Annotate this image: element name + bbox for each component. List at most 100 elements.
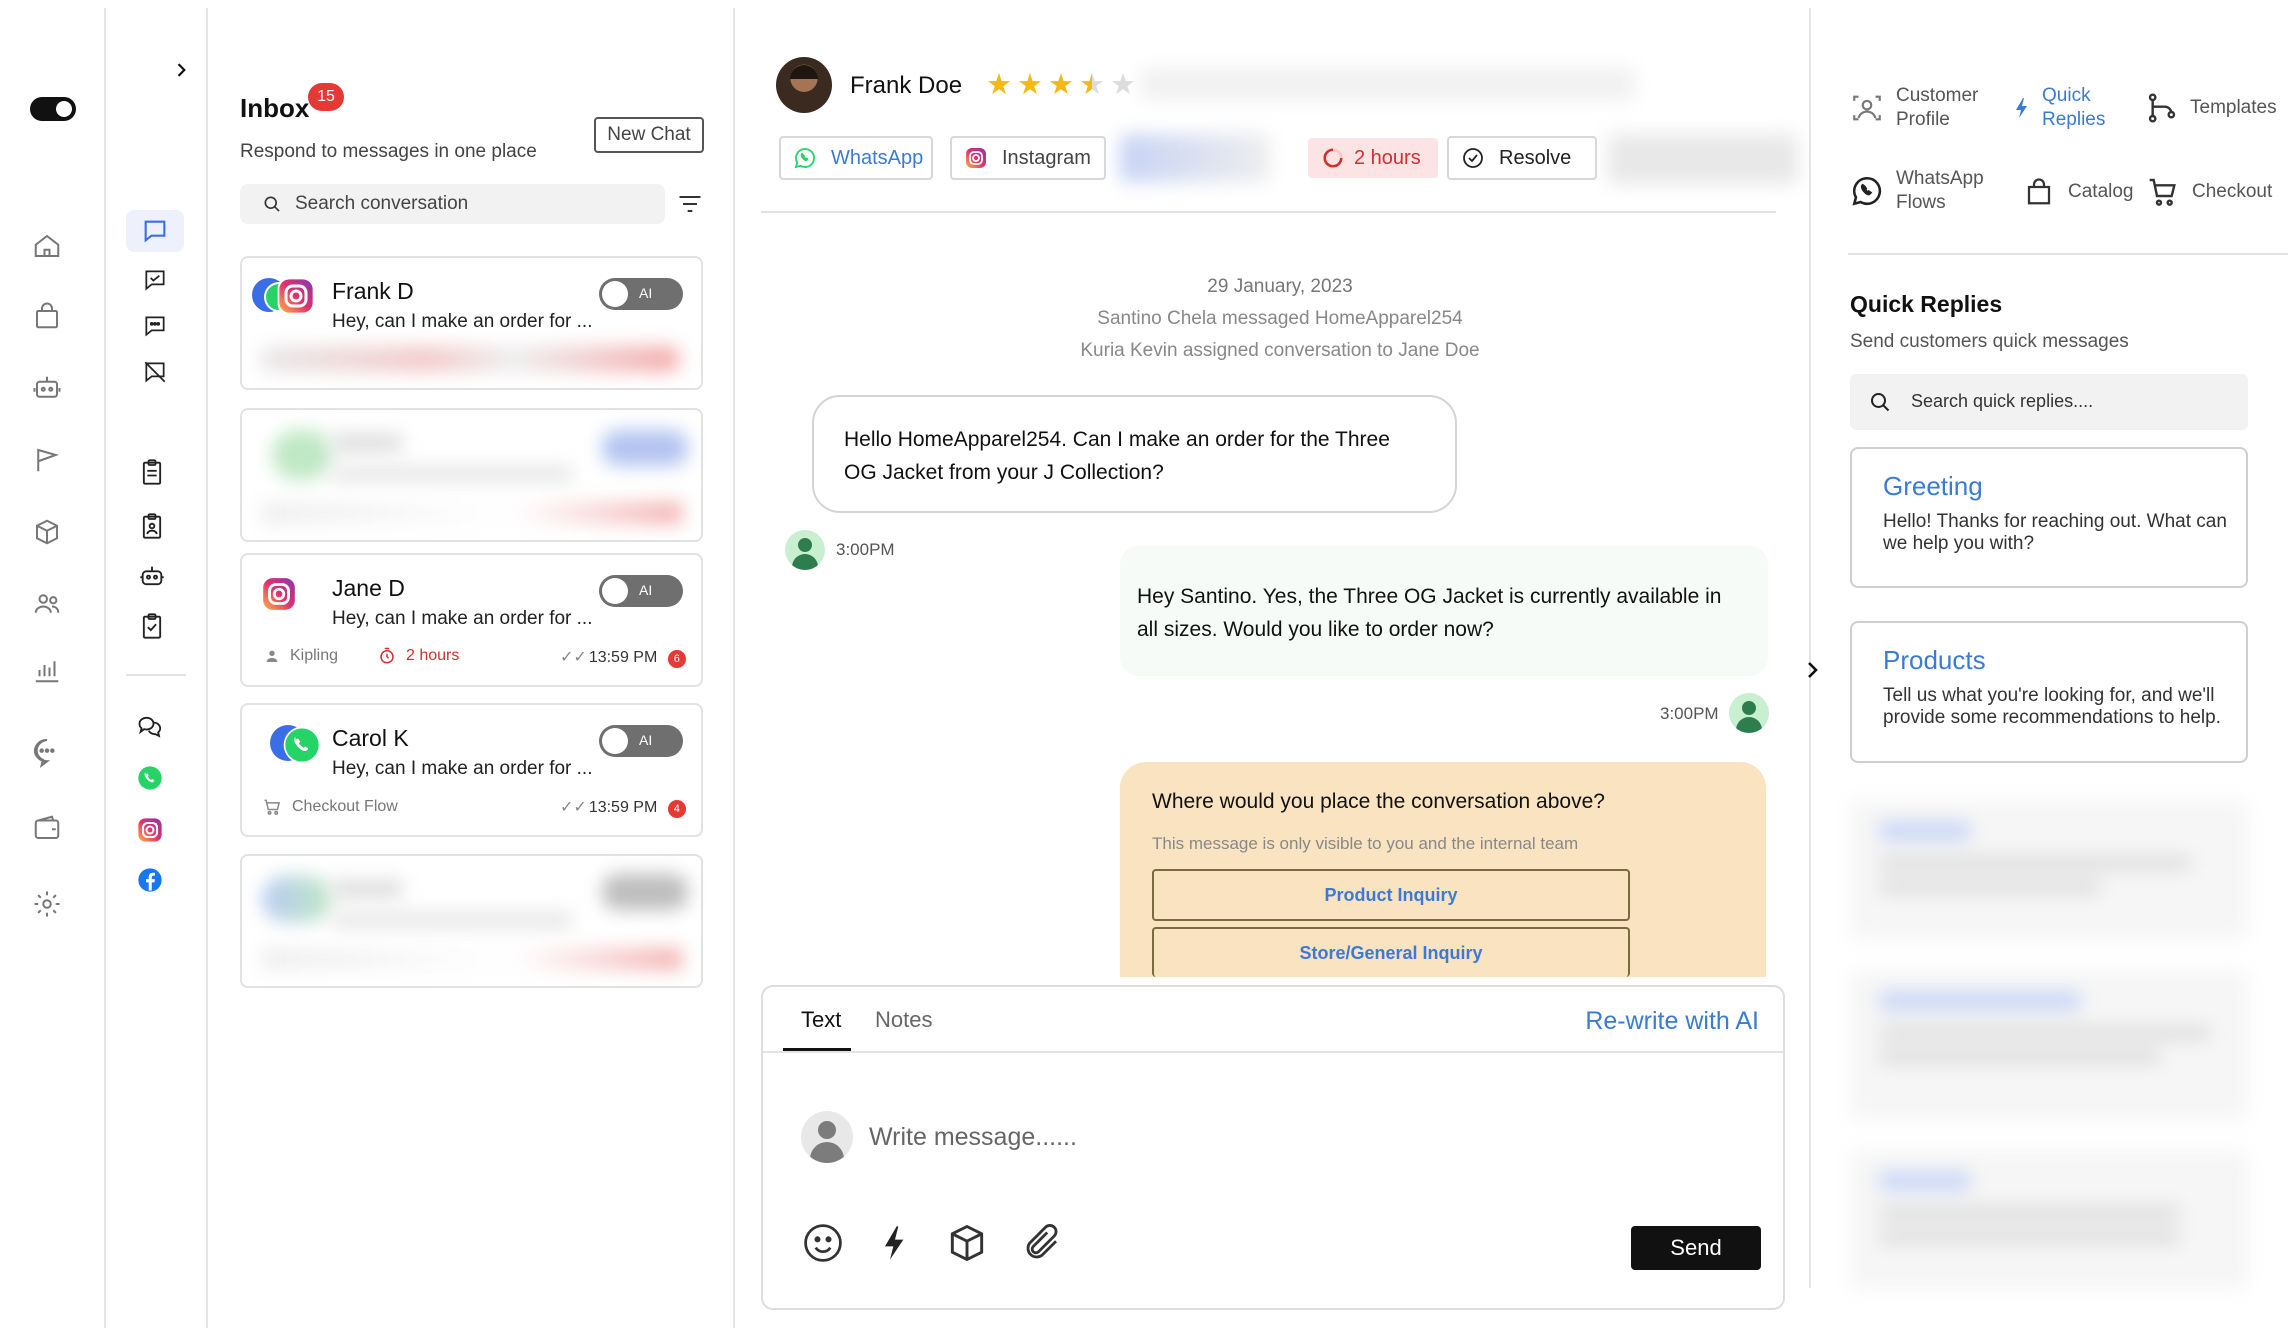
tool-whatsapp-flows[interactable]: WhatsApp Flows	[1850, 167, 1996, 215]
blurred-header-info	[1140, 68, 1635, 100]
timer-icon	[378, 647, 396, 665]
conversation-card-jane[interactable]: Jane D Hey, can I make an order for ... …	[240, 553, 703, 687]
inbox-chat-icon[interactable]	[135, 211, 175, 251]
clipboard-user-icon[interactable]	[132, 506, 172, 546]
analytics-icon[interactable]	[27, 650, 67, 690]
tool-catalog[interactable]: Catalog	[2024, 176, 2134, 208]
product-inquiry-button[interactable]: Product Inquiry	[1152, 869, 1630, 921]
tool-templates[interactable]: Templates	[2146, 92, 2277, 124]
classify-question: Where would you place the conversation a…	[1152, 790, 1605, 813]
unread-badge: 4	[667, 800, 686, 818]
half-star-icon: ★	[1079, 69, 1105, 101]
messages-icon[interactable]	[135, 306, 175, 346]
instagram-label: Instagram	[1002, 146, 1091, 169]
catalog-label: Catalog	[2068, 181, 2134, 202]
resolve-button[interactable]: Resolve	[1447, 136, 1597, 180]
package-icon[interactable]	[27, 512, 67, 552]
facebook-icon[interactable]	[130, 860, 170, 900]
conversation-card-frank[interactable]: Frank D Hey, can I make an order for ...…	[240, 256, 703, 390]
double-check-icon: ✓✓	[560, 649, 587, 666]
whatsapp-icon[interactable]	[130, 758, 170, 798]
instagram-avatar-icon	[260, 575, 298, 613]
muted-chat-icon[interactable]	[135, 352, 175, 392]
channel-whatsapp-button[interactable]: WhatsApp	[779, 136, 933, 180]
resolve-label: Resolve	[1499, 146, 1572, 169]
campaign-flag-icon[interactable]	[27, 440, 67, 480]
sla-timer: 2 hours	[378, 647, 459, 665]
blurred-action-chip	[1608, 134, 1798, 184]
ai-toggle[interactable]: AI	[599, 575, 683, 607]
agent-avatar-icon	[1729, 693, 1769, 733]
flow-tag: Checkout Flow	[262, 797, 398, 817]
ai-toggle[interactable]: AI	[599, 278, 683, 310]
bot-icon[interactable]	[27, 368, 67, 408]
inbox-subtitle: Respond to messages in one place	[240, 141, 537, 162]
checkout-label: Checkout	[2192, 181, 2273, 202]
tab-notes[interactable]: Notes	[875, 1007, 932, 1033]
store-general-inquiry-button[interactable]: Store/General Inquiry	[1152, 927, 1630, 977]
contact-rating: ★ ★ ★ ★ ★	[986, 70, 1136, 100]
ai-toggle-label: AI	[639, 582, 653, 598]
new-chat-button[interactable]: New Chat	[594, 117, 704, 153]
instagram-icon[interactable]	[130, 810, 170, 850]
channel-instagram-button[interactable]: Instagram	[950, 136, 1106, 180]
system-event: Kuria Kevin assigned conversation to Jan…	[1080, 340, 1480, 361]
quick-reply-body: Tell us what you're looking for, and we'…	[1883, 685, 2221, 728]
message-preview: Hey, can I make an order for ...	[332, 311, 593, 332]
chat-bubble-icon[interactable]	[27, 732, 67, 772]
settings-gear-icon[interactable]	[27, 884, 67, 924]
theme-toggle[interactable]	[30, 97, 76, 121]
blurred-channel-chip	[1120, 134, 1270, 182]
clipboard-icon[interactable]	[132, 452, 172, 492]
expand-chevron-icon[interactable]	[166, 52, 196, 88]
message-time: ✓✓ 13:59 PM 4	[560, 797, 686, 818]
conversation-card-blurred[interactable]	[240, 854, 703, 988]
send-button[interactable]: Send	[1631, 1226, 1761, 1270]
contact-avatar[interactable]	[776, 57, 832, 113]
blurred-avatar	[272, 430, 332, 480]
catalog-bag-icon	[2024, 176, 2054, 208]
tool-quick-replies[interactable]: Quick Replies	[2010, 84, 2112, 132]
contact-name: Frank D	[332, 278, 414, 304]
conversation-search[interactable]: Search conversation	[240, 184, 665, 224]
tool-checkout[interactable]: Checkout	[2146, 176, 2272, 208]
ai-toggle[interactable]: AI	[599, 725, 683, 757]
quick-reply-card[interactable]: Greeting Hello! Thanks for reaching out.…	[1850, 447, 2248, 588]
expand-right-panel-chevron-icon[interactable]	[1800, 658, 1828, 690]
star-icon: ★	[1017, 69, 1043, 101]
paperclip-icon[interactable]	[1021, 1221, 1063, 1265]
rewrite-with-ai-button[interactable]: Re-write with AI	[1585, 1007, 1759, 1036]
lightning-icon[interactable]	[875, 1221, 915, 1265]
product-box-icon[interactable]	[945, 1221, 989, 1265]
home-icon[interactable]	[27, 226, 67, 266]
users-icon[interactable]	[27, 584, 67, 624]
tab-text[interactable]: Text	[801, 1007, 841, 1033]
blurred-avatar	[262, 876, 332, 922]
message-preview: Hey, can I make an order for ...	[332, 758, 593, 779]
all-channels-icon[interactable]	[130, 706, 170, 746]
shopping-bag-icon[interactable]	[27, 296, 67, 336]
clipboard-check-icon[interactable]	[132, 606, 172, 646]
instagram-avatar-icon	[276, 276, 316, 316]
filter-icon[interactable]	[676, 190, 704, 218]
whatsapp-icon	[793, 146, 817, 170]
quick-reply-card[interactable]: Products Tell us what you're looking for…	[1850, 621, 2248, 763]
resolved-chat-icon[interactable]	[135, 260, 175, 300]
star-icon: ★	[986, 69, 1012, 101]
incoming-time: 3:00PM	[836, 540, 895, 559]
tool-customer-profile[interactable]: Customer Profile	[1850, 84, 1996, 132]
emoji-icon[interactable]	[801, 1221, 845, 1265]
composer-tab-divider	[763, 1051, 1783, 1053]
bot-face-icon[interactable]	[132, 556, 172, 596]
message-time: ✓✓ 13:59 PM 6	[560, 647, 686, 668]
conversation-card-blurred[interactable]	[240, 408, 703, 542]
message-input[interactable]: Write message......	[869, 1123, 1729, 1152]
quick-replies-search[interactable]: Search quick replies....	[1850, 374, 2248, 430]
assigned-agent: Kipling	[264, 647, 338, 665]
conversation-card-carol[interactable]: Carol K Hey, can I make an order for ...…	[240, 703, 703, 837]
blurred-name	[332, 434, 402, 452]
templates-icon	[2146, 92, 2178, 124]
outgoing-message-bubble: Hey Santino. Yes, the Three OG Jacket is…	[1120, 546, 1768, 676]
blurred-quick-reply-card	[1850, 1150, 2248, 1290]
wallet-icon[interactable]	[27, 808, 67, 848]
